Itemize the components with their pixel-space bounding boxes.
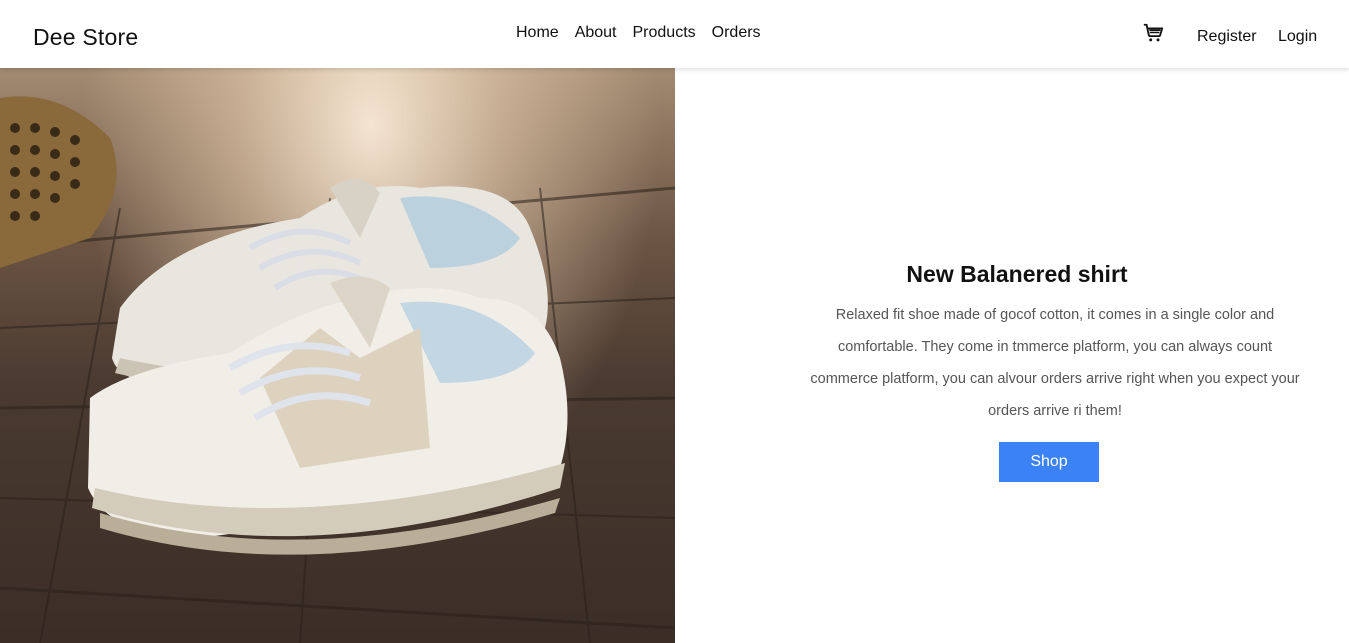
hero-description: Relaxed fit shoe made of gocof cotton, i…	[810, 307, 1300, 419]
shop-button[interactable]: Shop	[999, 442, 1099, 482]
nav-link-orders[interactable]: Orders	[712, 24, 761, 42]
nav-link-about[interactable]: About	[575, 24, 617, 42]
hero-image	[0, 68, 675, 643]
nav-link-home[interactable]: Home	[516, 24, 559, 42]
main-nav: Home About Products Orders	[516, 24, 761, 42]
hero-content: New Balanered shirt Relaxed fit shoe mad…	[675, 68, 1349, 643]
hero-title: New Balanered shirt	[906, 261, 1128, 287]
register-link[interactable]: Register	[1197, 28, 1257, 46]
shopping-cart-icon[interactable]	[1142, 22, 1164, 44]
nav-link-products[interactable]: Products	[633, 24, 696, 42]
navbar: Dee Store Home About Products Orders Reg…	[0, 0, 1349, 68]
brand-logo[interactable]: Dee Store	[33, 24, 138, 51]
login-link[interactable]: Login	[1278, 28, 1317, 46]
